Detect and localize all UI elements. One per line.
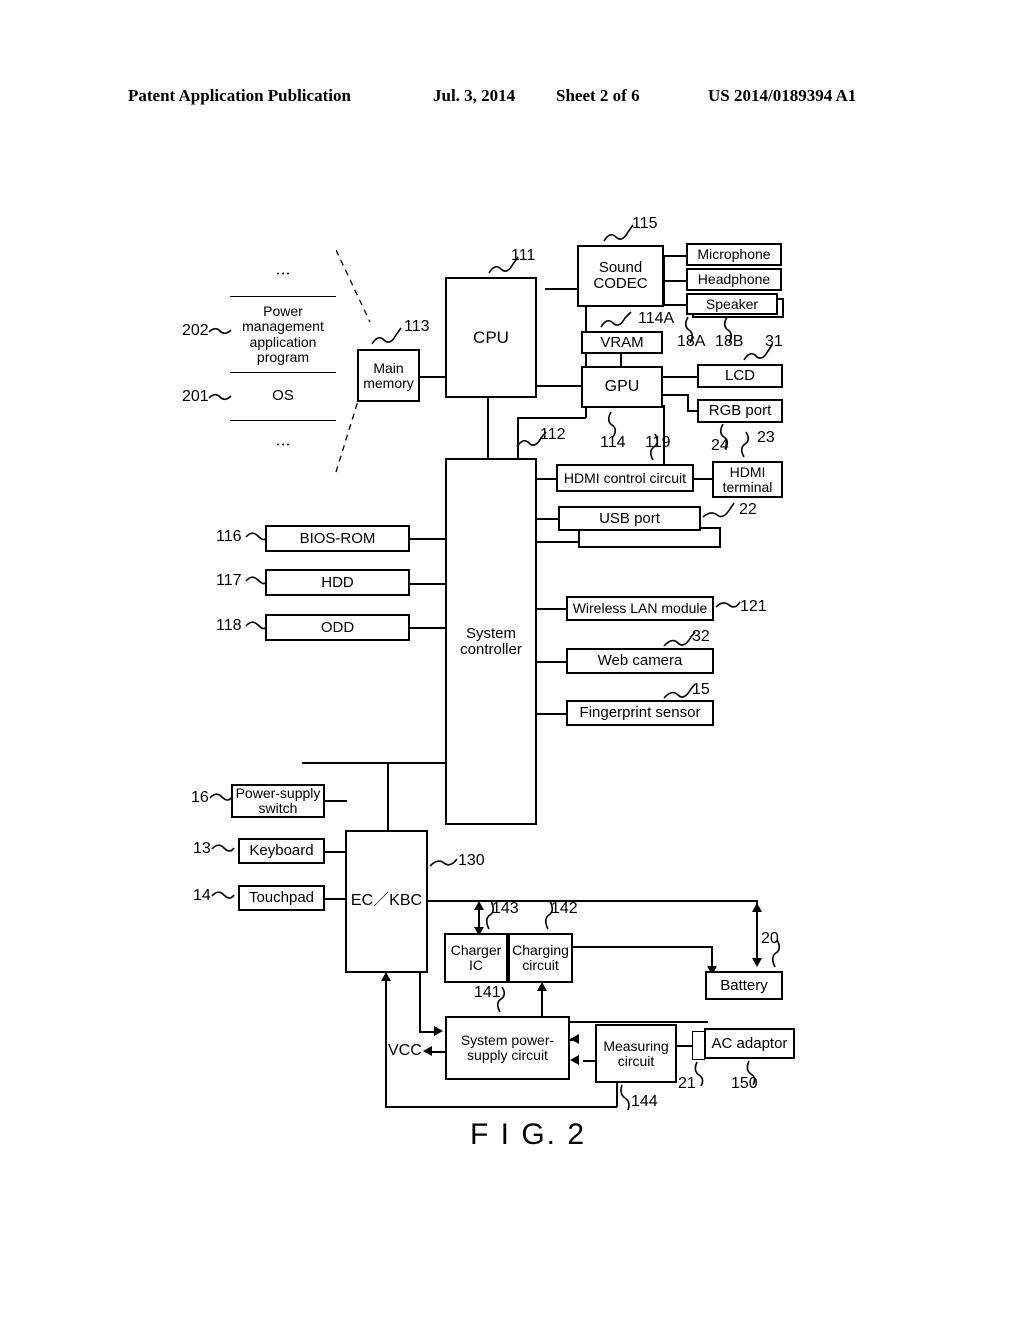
ref-141: 141 (474, 984, 501, 1001)
ref-142: 142 (551, 900, 578, 917)
ref-18A: 18A (677, 333, 706, 350)
ref-20: 20 (761, 930, 779, 947)
ref-143: 143 (492, 900, 519, 917)
ref-119: 119 (645, 434, 671, 451)
ref-111: 111 (511, 247, 536, 264)
ref-201: 201 (182, 388, 209, 405)
ref-22: 22 (739, 501, 757, 518)
ref-114A: 114A (638, 310, 675, 327)
ref-121: 121 (740, 598, 767, 615)
ref-115: 115 (632, 215, 658, 232)
ref-114: 114 (600, 434, 626, 451)
ref-16: 16 (191, 789, 209, 806)
ref-112: 112 (540, 426, 566, 443)
ref-13: 13 (193, 840, 211, 857)
reference-leader-lines (208, 224, 781, 1111)
ref-18B: 18B (715, 333, 744, 350)
ref-32: 32 (692, 628, 710, 645)
ref-14: 14 (193, 887, 211, 904)
ref-202: 202 (182, 322, 209, 339)
figure-2-block-diagram: ⋮ Power management application program O… (0, 0, 1024, 1320)
ref-144: 144 (631, 1093, 658, 1110)
ref-15: 15 (692, 681, 710, 698)
ref-118: 118 (216, 617, 242, 634)
ref-150: 150 (731, 1075, 758, 1092)
ref-23: 23 (757, 429, 775, 446)
ref-116: 116 (216, 528, 242, 545)
ref-113: 113 (404, 318, 430, 335)
ref-24: 24 (711, 437, 729, 454)
ref-21: 21 (678, 1075, 696, 1092)
ref-31: 31 (765, 333, 783, 350)
ref-117: 117 (216, 572, 242, 589)
ref-130: 130 (458, 852, 485, 869)
